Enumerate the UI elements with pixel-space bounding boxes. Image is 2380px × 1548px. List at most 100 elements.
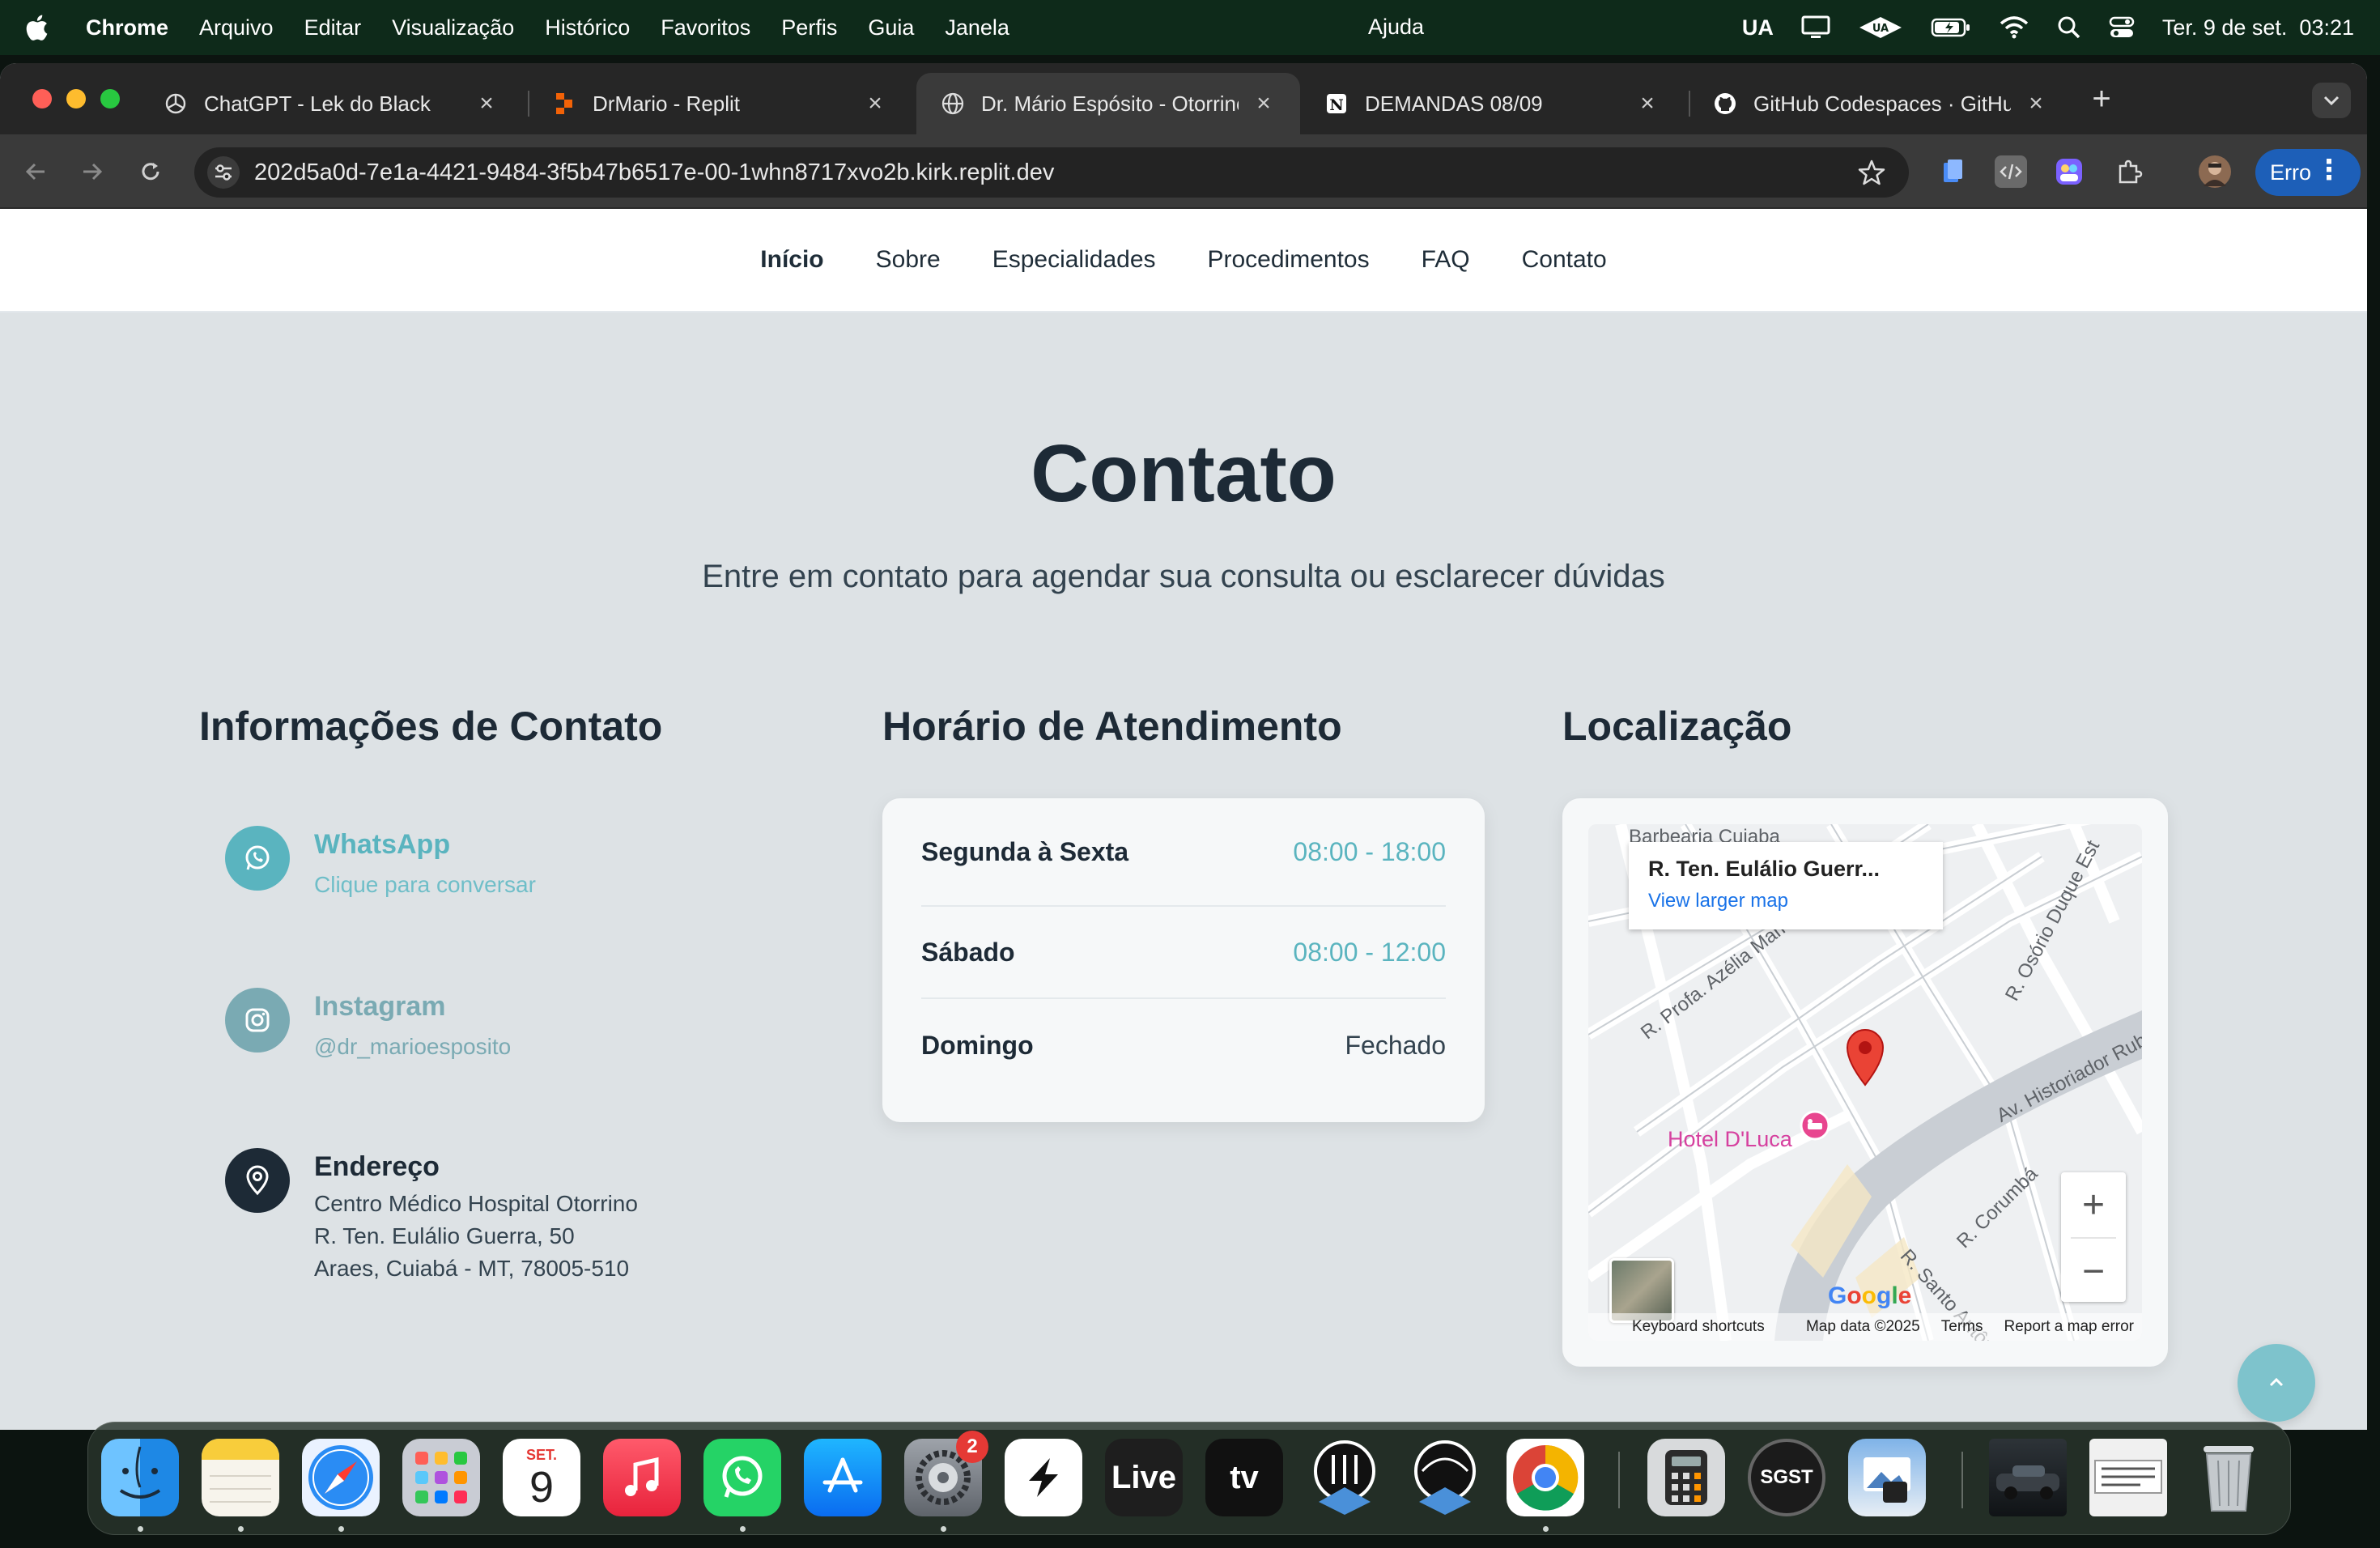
chrome-icon[interactable] xyxy=(1507,1439,1584,1516)
scroll-to-top-button[interactable] xyxy=(2238,1344,2315,1422)
instagram-handle: @dr_marioesposito xyxy=(314,1034,512,1059)
apple-menu-icon[interactable] xyxy=(24,13,49,42)
address-bar[interactable]: 202d5a0d-7e1a-4421-9484-3f5b47b6517e-00-… xyxy=(194,147,1909,198)
google-logo: Google xyxy=(1828,1282,1912,1309)
map-popup-title: R. Ten. Eulálio Guerr... xyxy=(1648,857,1881,881)
more-menu-icon[interactable]: ⋮ xyxy=(2315,154,2343,186)
menu-editar[interactable]: Editar xyxy=(304,15,362,40)
profile-avatar[interactable] xyxy=(2199,155,2231,188)
address-line1: Centro Médico Hospital Otorrino xyxy=(314,1191,638,1216)
reload-icon[interactable] xyxy=(131,152,170,191)
tab-search-chevron-icon[interactable] xyxy=(2312,83,2351,118)
tab-chatgpt[interactable]: ChatGPT - Lek do Black × xyxy=(139,73,523,134)
menu-favoritos[interactable]: Favoritos xyxy=(661,15,750,40)
terms-link[interactable]: Terms xyxy=(1941,1318,1983,1336)
battery-icon[interactable] xyxy=(1931,17,1971,38)
tab-dr-mario-site[interactable]: Dr. Mário Espósito - Otorrinol × xyxy=(916,73,1300,134)
calendar-day: 9 xyxy=(529,1462,555,1512)
linear-app-icon[interactable] xyxy=(1005,1439,1082,1516)
minimize-window-button[interactable] xyxy=(66,89,86,108)
app-store-icon[interactable] xyxy=(804,1439,882,1516)
sgst-app-icon[interactable]: SGST xyxy=(1748,1439,1825,1516)
calculator-icon[interactable] xyxy=(1647,1439,1725,1516)
zoom-in-button[interactable]: + xyxy=(2061,1172,2126,1237)
system-settings-icon[interactable]: 2 xyxy=(904,1431,988,1516)
menu-visualizacao[interactable]: Visualização xyxy=(392,15,514,40)
nav-especialidades[interactable]: Especialidades xyxy=(992,246,1156,274)
close-tab-icon[interactable]: × xyxy=(1635,90,1660,117)
menu-app-name[interactable]: Chrome xyxy=(86,15,168,40)
close-tab-icon[interactable]: × xyxy=(1252,90,1276,117)
universal-audio-icon[interactable]: UA xyxy=(1858,15,1903,40)
launchpad-icon[interactable] xyxy=(402,1439,480,1516)
menu-arquivo[interactable]: Arquivo xyxy=(199,15,274,40)
nav-procedimentos[interactable]: Procedimentos xyxy=(1208,246,1370,274)
calendar-icon[interactable]: SET. 9 xyxy=(503,1439,580,1516)
close-window-button[interactable] xyxy=(32,89,52,108)
extensions-puzzle-icon[interactable] xyxy=(2113,155,2145,188)
input-source[interactable]: UA xyxy=(1742,15,1774,40)
safari-icon[interactable] xyxy=(302,1439,380,1516)
embedded-map[interactable]: Barbearia Cuiaba R. Profa. Azélia Mamoré… xyxy=(1588,824,2142,1341)
notion-icon: N xyxy=(1324,91,1349,116)
hotel-marker-icon[interactable] xyxy=(1797,1109,1833,1149)
site-navigation: Início Sobre Especialidades Procedimento… xyxy=(0,209,2367,313)
control-center-icon[interactable] xyxy=(2109,15,2135,40)
instagram-contact[interactable]: Instagram @dr_marioesposito xyxy=(225,988,511,1063)
close-tab-icon[interactable]: × xyxy=(474,90,499,117)
forward-arrow-icon[interactable] xyxy=(73,152,112,191)
view-larger-map-link[interactable]: View larger map xyxy=(1648,890,1923,912)
live-label: Live xyxy=(1111,1459,1177,1495)
whatsapp-icon xyxy=(225,826,290,891)
preview-icon[interactable] xyxy=(1848,1439,1926,1516)
display-icon[interactable] xyxy=(1801,15,1830,40)
docs-extension-icon[interactable] xyxy=(1936,155,1969,188)
ua-console-icon[interactable] xyxy=(1306,1439,1383,1516)
back-arrow-icon[interactable] xyxy=(16,152,55,191)
menu-bar: Chrome Arquivo Editar Visualização Histó… xyxy=(0,0,2380,55)
menu-ajuda[interactable]: Ajuda xyxy=(1368,15,1424,40)
hours-row: Sábado 08:00 - 12:00 xyxy=(921,907,1446,999)
music-icon[interactable] xyxy=(603,1439,681,1516)
zoom-out-button[interactable]: − xyxy=(2061,1239,2126,1303)
close-tab-icon[interactable]: × xyxy=(863,90,887,117)
ableton-live-icon[interactable]: Live xyxy=(1105,1439,1183,1516)
nav-contato[interactable]: Contato xyxy=(1522,246,1607,274)
apple-tv-icon[interactable]: tv xyxy=(1205,1439,1283,1516)
dock-separator xyxy=(1961,1452,1963,1508)
menu-perfis[interactable]: Perfis xyxy=(781,15,837,40)
notes-icon[interactable] xyxy=(202,1439,279,1516)
bookmark-star-icon[interactable] xyxy=(1857,158,1886,187)
whatsapp-dock-icon[interactable] xyxy=(703,1439,781,1516)
spotlight-search-icon[interactable] xyxy=(2057,15,2081,40)
people-extension-icon[interactable] xyxy=(2053,155,2085,188)
nav-inicio[interactable]: Início xyxy=(760,246,823,274)
url-text[interactable]: 202d5a0d-7e1a-4421-9484-3f5b47b6517e-00-… xyxy=(254,159,1054,186)
map-pin-icon[interactable] xyxy=(1842,1027,1888,1091)
tab-drmario-replit[interactable]: DrMario - Replit × xyxy=(528,73,912,134)
close-tab-icon[interactable]: × xyxy=(2024,90,2048,117)
tab-github-codespaces[interactable]: GitHub Codespaces · GitHub × xyxy=(1689,73,2072,134)
profile-error-button[interactable]: Erro ⋮ xyxy=(2255,149,2361,196)
keyboard-shortcuts-link[interactable]: Keyboard shortcuts xyxy=(1632,1318,1765,1336)
whatsapp-contact[interactable]: WhatsApp Clique para conversar xyxy=(225,826,536,901)
menu-janela[interactable]: Janela xyxy=(945,15,1009,40)
new-tab-button[interactable]: + xyxy=(2084,81,2119,117)
trash-icon[interactable] xyxy=(2190,1439,2267,1516)
menubar-clock[interactable]: Ter. 9 de set. 03:21 xyxy=(2162,15,2354,40)
finder-icon[interactable] xyxy=(101,1439,179,1516)
nav-sobre[interactable]: Sobre xyxy=(876,246,941,274)
menu-guia[interactable]: Guia xyxy=(868,15,914,40)
code-extension-icon[interactable] xyxy=(1995,155,2027,188)
documents-stack-icon[interactable] xyxy=(2089,1439,2167,1516)
downloads-stack-icon[interactable] xyxy=(1989,1439,2067,1516)
ua-connect-icon[interactable] xyxy=(1406,1439,1484,1516)
wifi-icon[interactable] xyxy=(1999,15,2029,40)
zoom-window-button[interactable] xyxy=(100,89,120,108)
menu-historico[interactable]: Histórico xyxy=(545,15,630,40)
tab-demandas[interactable]: N DEMANDAS 08/09 × xyxy=(1300,73,1684,134)
map-label-hotel: Hotel D'Luca xyxy=(1668,1127,1792,1151)
site-settings-icon[interactable] xyxy=(207,156,240,189)
nav-faq[interactable]: FAQ xyxy=(1422,246,1470,274)
report-map-error-link[interactable]: Report a map error xyxy=(2004,1318,2134,1336)
